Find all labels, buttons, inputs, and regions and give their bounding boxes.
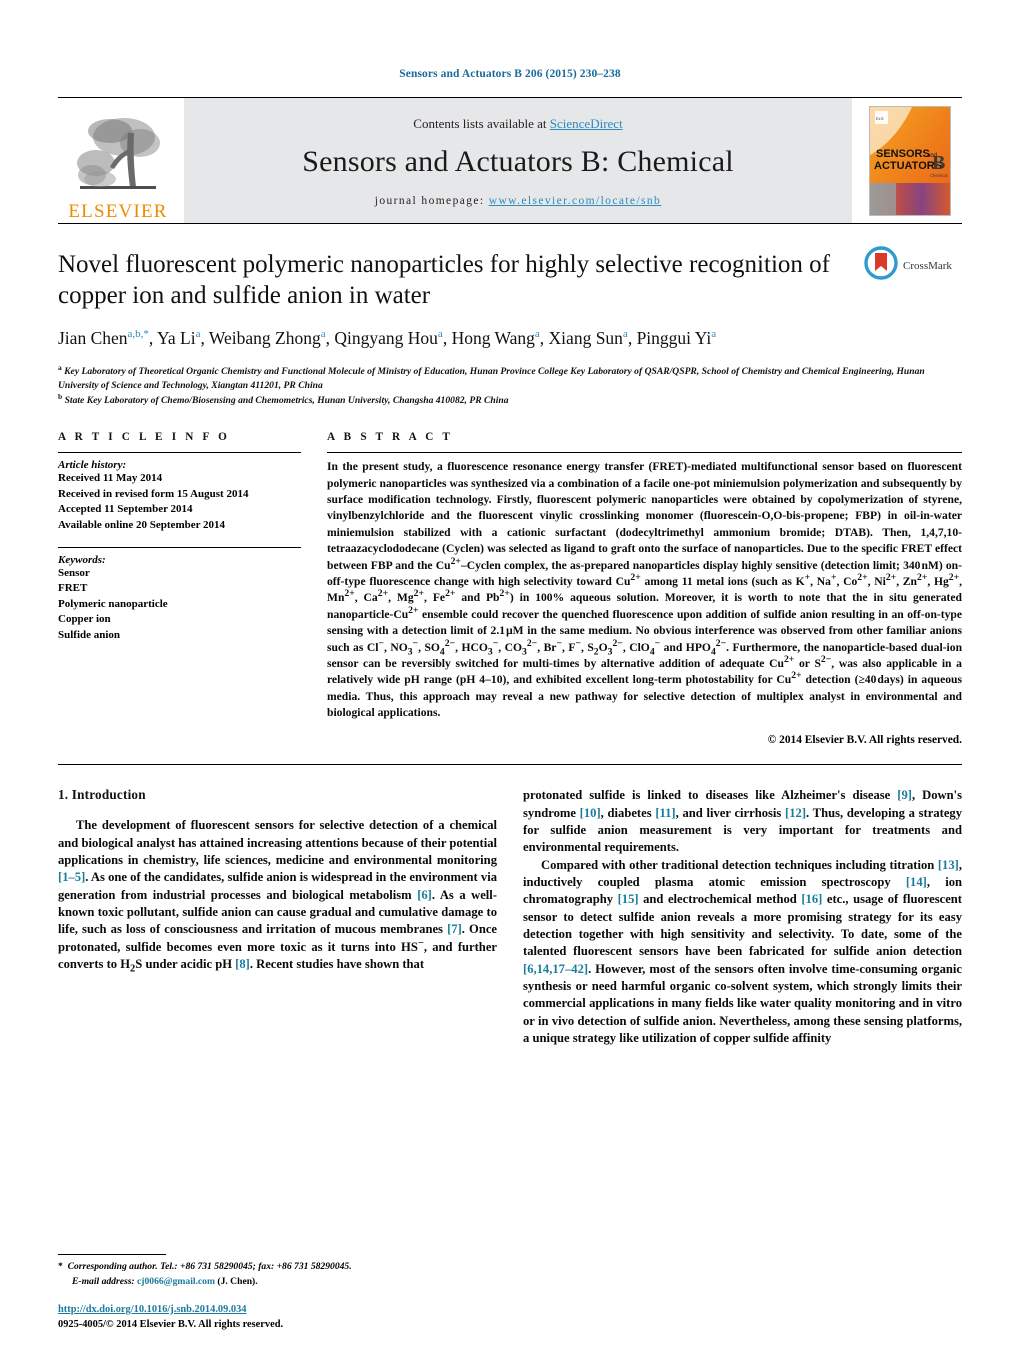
journal-masthead: ELSEVIER Contents lists available at Sci…	[58, 98, 962, 223]
doi-block: http://dx.doi.org/10.1016/j.snb.2014.09.…	[58, 1302, 283, 1333]
keyword-item: FRET	[58, 582, 88, 595]
journal-cover-thumbnail: ELS SENSORS and ACTUATORS B Chemical	[869, 105, 951, 216]
author-list: Jian Chena,b,*, Ya Lia, Weibang Zhonga, …	[58, 328, 717, 348]
history-revised: Received in revised form 15 August 2014	[58, 487, 249, 500]
homepage-prefix: journal homepage:	[374, 195, 489, 207]
crossmark-icon	[864, 246, 898, 285]
affiliation-b-text: State Key Laboratory of Chemo/Biosensing…	[64, 395, 509, 407]
body-columns: 1. Introduction The development of fluor…	[58, 787, 962, 1047]
abstract-heading: A B S T R A C T	[327, 431, 454, 444]
footnote-block: * Corresponding author. Tel.: +86 731 58…	[58, 1254, 482, 1289]
intro-paragraph-2: protonated sulfide is linked to diseases…	[523, 788, 963, 855]
keyword-item: Polymeric nanoparticle	[58, 597, 168, 610]
journal-title: Sensors and Actuators B: Chemical	[302, 145, 734, 178]
article-info-rule	[58, 452, 301, 454]
info-abstract-section: A R T I C L E I N F O Article history: R…	[58, 431, 962, 746]
keyword-item: Copper ion	[58, 613, 111, 626]
email-note: E-mail address: cj0066@gmail.com (J. Che…	[58, 1275, 482, 1289]
running-head: Sensors and Actuators B 206 (2015) 230–2…	[399, 68, 621, 80]
history-online: Available online 20 September 2014	[58, 519, 226, 532]
history-accepted: Accepted 11 September 2014	[58, 503, 193, 516]
contents-prefix: Contents lists available at	[413, 116, 550, 131]
article-history-label: Article history:	[58, 459, 127, 472]
page-title: Novel fluorescent polymeric nanoparticle…	[58, 251, 830, 309]
history-received: Received 11 May 2014	[58, 472, 163, 485]
svg-text:SENSORS: SENSORS	[876, 148, 930, 160]
keywords-rule	[58, 546, 301, 548]
article-info-heading: A R T I C L E I N F O	[58, 431, 231, 444]
email-link[interactable]: cj0066@gmail.com	[137, 1276, 215, 1287]
intro-paragraph-1: The development of fluorescent sensors f…	[58, 818, 498, 975]
keywords-block: Keywords: Sensor FRET Polymeric nanopart…	[58, 554, 301, 644]
journal-homepage-link[interactable]: www.elsevier.com/locate/snb	[489, 195, 661, 207]
abstract-copyright: © 2014 Elsevier B.V. All rights reserved…	[767, 734, 962, 747]
affiliation-mark-a: a	[58, 362, 62, 372]
issn-copyright-line: 0925-4005/© 2014 Elsevier B.V. All right…	[58, 1319, 284, 1331]
keywords-label: Keywords:	[58, 553, 106, 566]
article-info-column: A R T I C L E I N F O Article history: R…	[58, 431, 301, 746]
abstract-text: In the present study, a fluorescence res…	[327, 460, 963, 720]
contents-line: Contents lists available at ScienceDirec…	[413, 116, 622, 132]
footnote-rule	[58, 1254, 166, 1256]
keyword-item: Sensor	[58, 566, 90, 579]
body-column-right: protonated sulfide is linked to diseases…	[523, 787, 962, 1047]
affiliation-a: a Key Laboratory of Theoretical Organic …	[58, 362, 962, 395]
svg-text:B: B	[932, 152, 945, 174]
body-column-left: 1. Introduction The development of fluor…	[58, 787, 497, 1047]
affiliation-mark-b: b	[58, 392, 63, 402]
publisher-logo[interactable]: ELSEVIER	[58, 98, 178, 223]
abstract-rule	[327, 452, 962, 454]
journal-homepage-line: journal homepage: www.elsevier.com/locat…	[375, 195, 661, 207]
corresponding-author-note: * Corresponding author. Tel.: +86 731 58…	[58, 1261, 352, 1273]
section-heading-introduction: 1. Introduction	[58, 787, 146, 803]
affiliations: a Key Laboratory of Theoretical Organic …	[58, 362, 962, 410]
crossmark-label: CrossMark	[903, 259, 952, 272]
svg-text:ELS: ELS	[876, 116, 884, 121]
affiliation-b: b State Key Laboratory of Chemo/Biosensi…	[58, 392, 962, 409]
keyword-item: Sulfide anion	[58, 629, 121, 642]
crossmark-badge[interactable]: CrossMark	[854, 246, 962, 285]
svg-text:Chemical: Chemical	[930, 173, 948, 178]
intro-paragraph-3: Compared with other traditional detectio…	[523, 857, 962, 1045]
affiliation-a-text: Key Laboratory of Theoretical Organic Ch…	[58, 365, 925, 392]
sciencedirect-link[interactable]: ScienceDirect	[550, 116, 623, 131]
elsevier-tree-icon	[70, 113, 166, 201]
paper-page: Sensors and Actuators B 206 (2015) 230–2…	[0, 0, 1020, 1351]
email-label: E-mail address:	[72, 1275, 135, 1287]
doi-link[interactable]: http://dx.doi.org/10.1016/j.snb.2014.09.…	[58, 1304, 247, 1315]
email-suffix: (J. Chen).	[217, 1275, 258, 1287]
journal-cover[interactable]: ELS SENSORS and ACTUATORS B Chemical	[858, 98, 962, 223]
abstract-column: A B S T R A C T In the present study, a …	[327, 431, 962, 746]
abstract-bottom-rule	[58, 764, 962, 766]
title-block: Novel fluorescent polymeric nanoparticle…	[58, 224, 962, 409]
journal-band: Contents lists available at ScienceDirec…	[184, 98, 852, 223]
publisher-wordmark: ELSEVIER	[68, 201, 168, 222]
